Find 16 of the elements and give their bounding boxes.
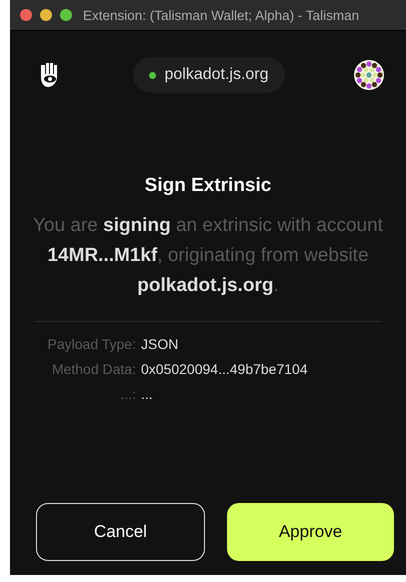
window-title: Extension: (Talisman Wallet; Alpha) - Talisman <box>83 8 360 22</box>
site-label: polkadot.js.org <box>164 66 269 84</box>
dialog-title: Sign Extrinsic <box>144 175 272 197</box>
detail-value: ... <box>141 386 153 402</box>
cancel-button[interactable]: Cancel <box>36 503 205 561</box>
detail-label: Payload Type: <box>46 336 136 352</box>
approve-button[interactable]: Approve <box>227 503 394 561</box>
account-avatar-icon[interactable] <box>354 60 384 90</box>
close-button[interactable] <box>20 9 32 21</box>
signing-message: You are signing an extrinsic with account 14MR...M1kf, originating from website polkadot.js.org. <box>32 214 384 298</box>
minimize-button[interactable] <box>40 9 52 21</box>
maximize-button[interactable] <box>60 9 72 21</box>
detail-label: Method Data: <box>50 361 136 377</box>
detail-value: 0x05020094...49b7be7104 <box>141 361 308 377</box>
detail-label: ...: <box>119 386 136 402</box>
detail-value: JSON <box>141 336 178 352</box>
